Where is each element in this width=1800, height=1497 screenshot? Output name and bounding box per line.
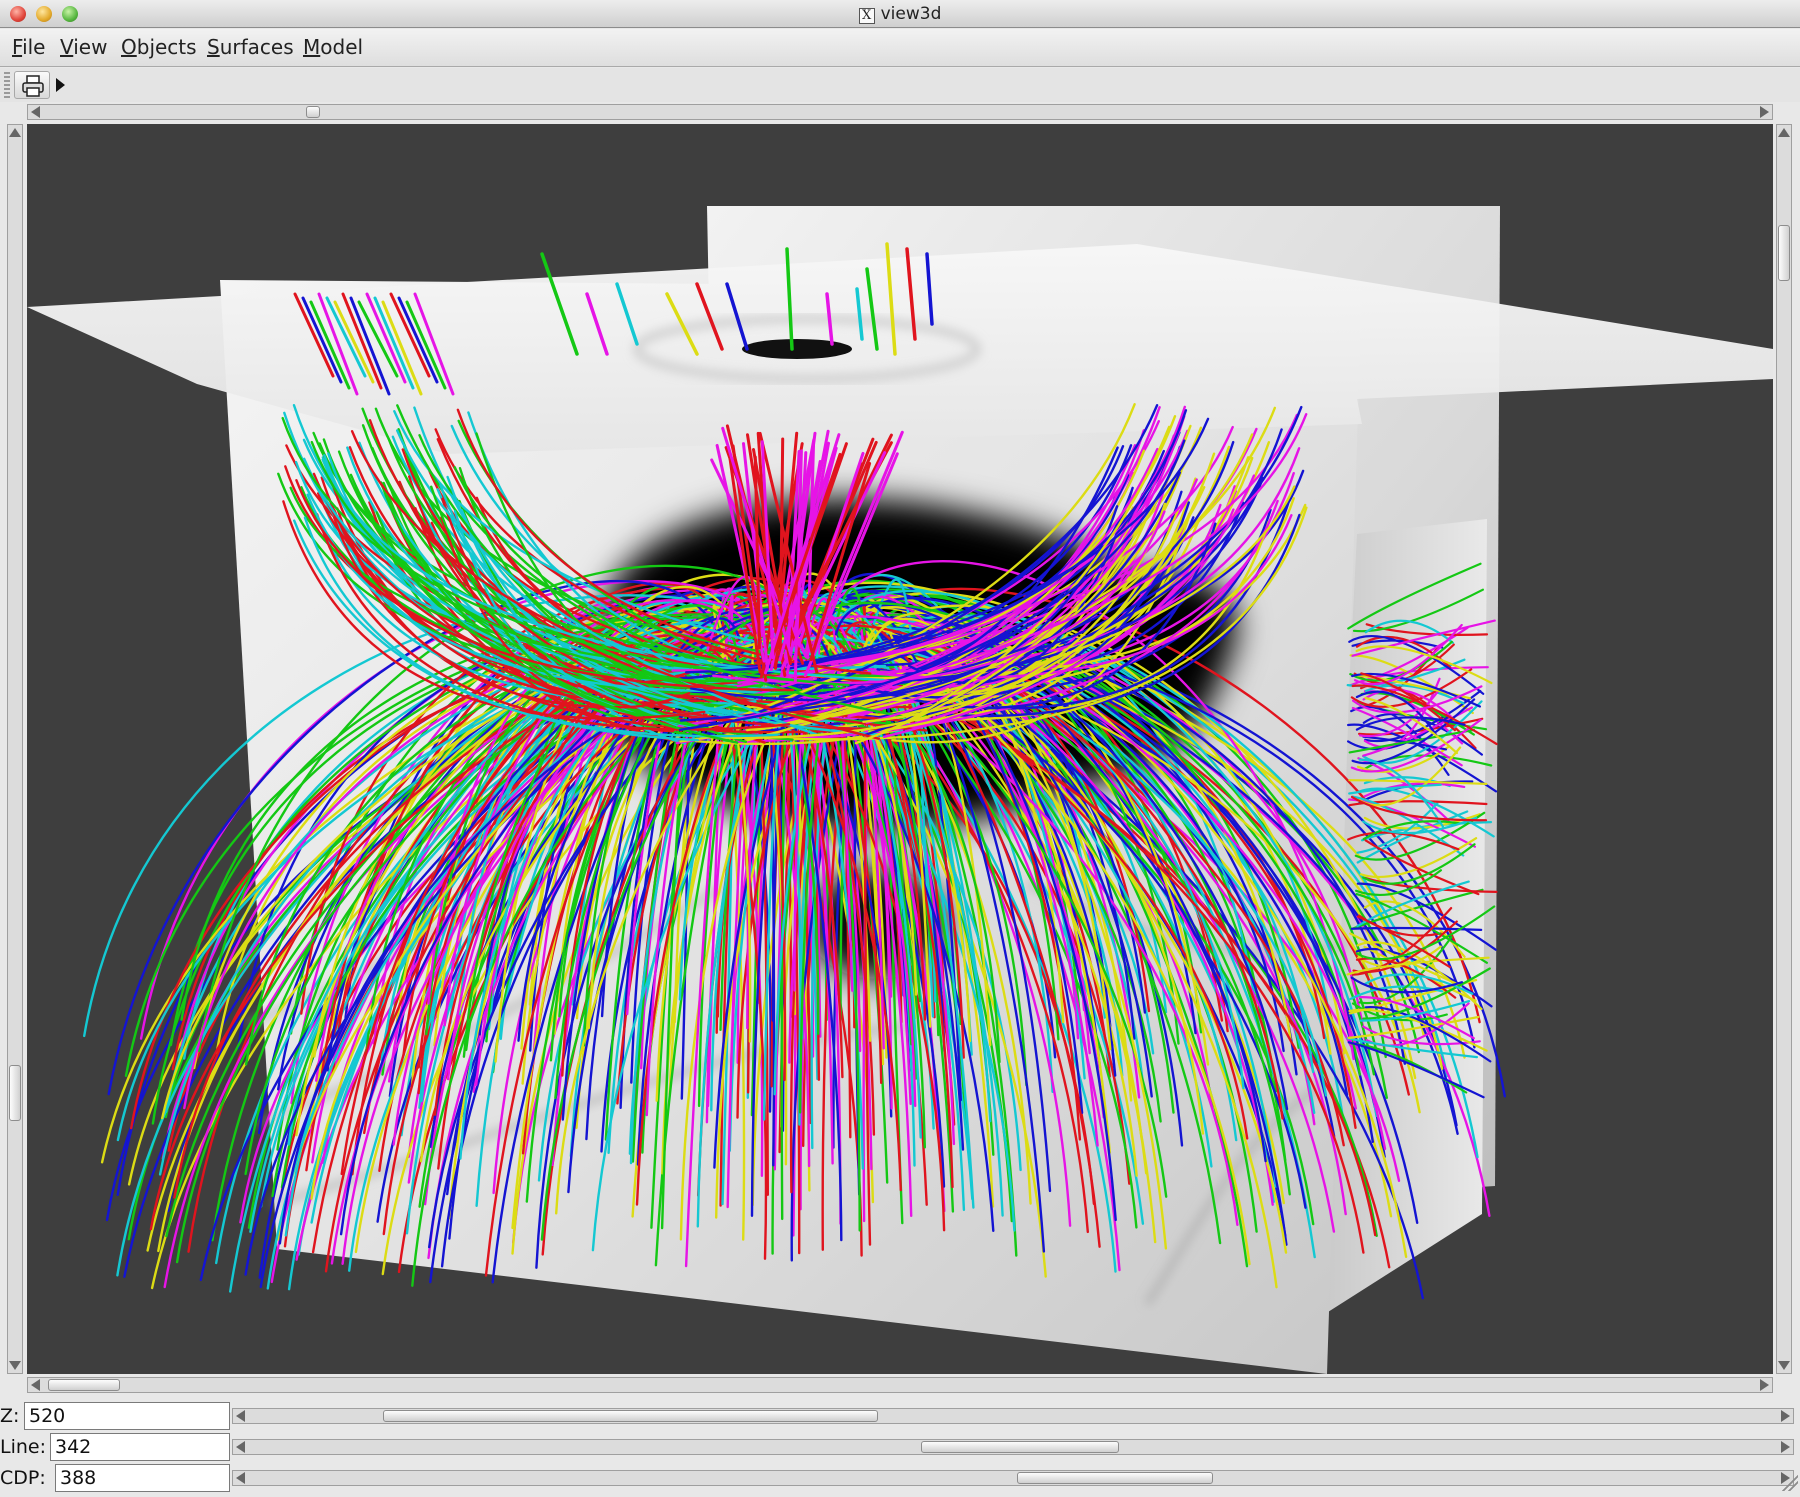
line-label: Line: xyxy=(0,1436,46,1458)
z-label: Z: xyxy=(0,1405,20,1427)
slider-left-arrow-icon[interactable] xyxy=(236,1410,245,1422)
z-input[interactable] xyxy=(24,1402,230,1430)
scroll-right-arrow-icon[interactable] xyxy=(1760,1379,1769,1391)
slider-right-arrow-icon[interactable] xyxy=(1781,1441,1790,1453)
play-button[interactable] xyxy=(44,71,76,99)
window-resize-grip[interactable] xyxy=(1780,1473,1798,1491)
left-scroll-thumb[interactable] xyxy=(9,1065,21,1121)
bottom-scroll-thumb[interactable] xyxy=(48,1379,120,1391)
line-slider-thumb[interactable] xyxy=(921,1441,1119,1453)
slider-left-arrow-icon[interactable] xyxy=(236,1472,245,1484)
cdp-slider-row: CDP: xyxy=(0,1463,1800,1493)
menu-surfaces-mnemonic: S xyxy=(207,35,220,59)
scroll-left-arrow-icon[interactable] xyxy=(31,106,40,118)
play-icon xyxy=(56,78,65,92)
left-vertical-scrollbar[interactable] xyxy=(7,124,23,1374)
window-title: Xview3d xyxy=(0,4,1800,24)
cdp-slider-thumb[interactable] xyxy=(1017,1472,1213,1484)
top-horizontal-scrollbar[interactable] xyxy=(27,104,1773,120)
menu-objects[interactable]: Objects xyxy=(121,35,197,59)
toolbar xyxy=(0,68,1800,102)
scroll-down-arrow-icon[interactable] xyxy=(9,1361,21,1370)
z-slider[interactable] xyxy=(232,1408,1794,1424)
menu-model-label: odel xyxy=(320,35,364,59)
menu-bar: File View Objects Surfaces Model xyxy=(0,29,1800,67)
line-slider[interactable] xyxy=(232,1439,1794,1455)
scroll-down-arrow-icon[interactable] xyxy=(1778,1361,1790,1370)
menu-view-mnemonic: V xyxy=(60,35,74,59)
menu-model[interactable]: Model xyxy=(303,35,363,59)
window-title-text: view3d xyxy=(880,4,942,24)
slider-right-arrow-icon[interactable] xyxy=(1781,1410,1790,1422)
right-vertical-scrollbar[interactable] xyxy=(1776,124,1792,1374)
z-slider-thumb[interactable] xyxy=(383,1410,878,1422)
line-slider-row: Line: xyxy=(0,1432,1800,1462)
menu-objects-label: bjects xyxy=(136,35,197,59)
right-scroll-thumb[interactable] xyxy=(1778,225,1790,281)
printer-icon xyxy=(22,75,44,97)
toolbar-grip[interactable] xyxy=(4,72,10,98)
bottom-horizontal-scrollbar[interactable] xyxy=(27,1377,1773,1393)
menu-file-mnemonic: F xyxy=(12,35,23,59)
menu-surfaces-label: urfaces xyxy=(219,35,294,59)
z-slider-row: Z: xyxy=(0,1401,1800,1431)
x11-icon: X xyxy=(858,8,875,24)
scroll-up-arrow-icon[interactable] xyxy=(9,128,21,137)
cdp-input[interactable] xyxy=(55,1464,230,1492)
3d-viewport[interactable] xyxy=(27,124,1773,1374)
slider-left-arrow-icon[interactable] xyxy=(236,1441,245,1453)
menu-surfaces[interactable]: Surfaces xyxy=(207,35,294,59)
3d-scene[interactable] xyxy=(27,124,1773,1374)
menu-file[interactable]: File xyxy=(12,35,45,59)
scroll-left-arrow-icon[interactable] xyxy=(31,1379,40,1391)
depth-slice-salt-outline xyxy=(742,339,852,359)
menu-view-label: iew xyxy=(73,35,108,59)
cdp-slider[interactable] xyxy=(232,1470,1794,1486)
menu-objects-mnemonic: O xyxy=(121,35,137,59)
menu-file-label: ile xyxy=(22,35,46,59)
cdp-label: CDP: xyxy=(0,1467,46,1489)
menu-view[interactable]: View xyxy=(60,35,107,59)
top-scroll-thumb[interactable] xyxy=(306,106,320,118)
scroll-right-arrow-icon[interactable] xyxy=(1760,106,1769,118)
scroll-up-arrow-icon[interactable] xyxy=(1778,128,1790,137)
menu-model-mnemonic: M xyxy=(303,35,321,59)
title-bar: Xview3d xyxy=(0,0,1800,28)
line-input[interactable] xyxy=(50,1433,230,1461)
